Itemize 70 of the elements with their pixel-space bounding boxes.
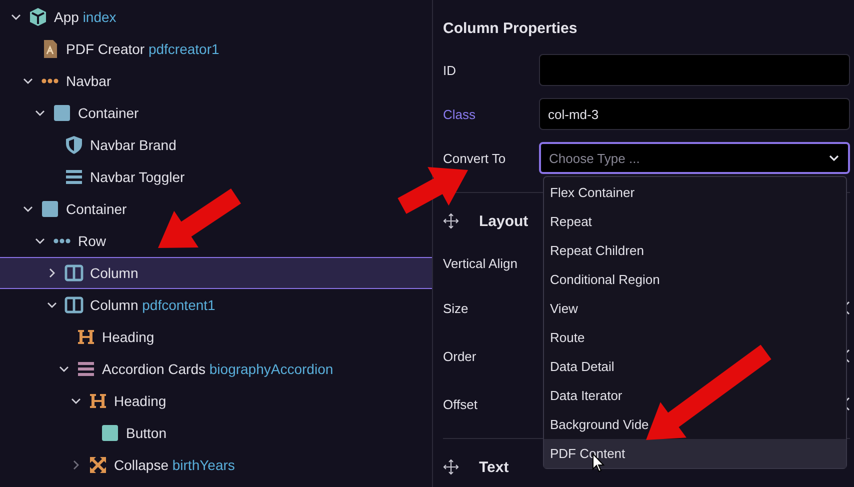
tree-item-label: Container bbox=[78, 105, 139, 121]
section-title: Text bbox=[479, 458, 509, 476]
tree-item[interactable]: Container bbox=[0, 97, 432, 129]
dropdown-option[interactable]: Route bbox=[544, 323, 846, 352]
columns-icon bbox=[64, 295, 84, 315]
tree-item-label: Accordion Cards biographyAccordion bbox=[102, 361, 334, 377]
tree-item-label: Column pdfcontent1 bbox=[90, 297, 216, 313]
dropdown-option[interactable]: Flex Container bbox=[544, 178, 846, 207]
annotation-arrow bbox=[398, 166, 468, 214]
columns-icon bbox=[64, 263, 84, 283]
tree-item[interactable]: Navbar Brand bbox=[0, 129, 432, 161]
tree-item[interactable]: Collapse birthYears bbox=[0, 449, 432, 481]
tree-item[interactable]: Navbar bbox=[0, 65, 432, 97]
lines-icon bbox=[64, 167, 84, 187]
tree-item-label: Container bbox=[66, 201, 127, 217]
square-icon bbox=[40, 199, 60, 219]
dropdown-option[interactable]: Data Iterator bbox=[544, 381, 846, 410]
dropdown-option[interactable]: Repeat Children bbox=[544, 236, 846, 265]
lines-icon bbox=[76, 359, 96, 379]
move-icon bbox=[443, 459, 459, 475]
tree-item-label: Button bbox=[126, 425, 166, 441]
tree-item[interactable]: PDF Creator pdfcreator1 bbox=[0, 33, 432, 65]
tree-item-label: Heading bbox=[114, 393, 166, 409]
section-title: Layout bbox=[479, 212, 528, 230]
property-label: Offset bbox=[443, 396, 478, 412]
tree-item[interactable]: Button bbox=[0, 417, 432, 449]
tree-item-label: Column bbox=[90, 265, 138, 281]
dropdown-option[interactable]: Repeat bbox=[544, 207, 846, 236]
panel-title: Column Properties bbox=[443, 20, 578, 37]
dots-icon bbox=[40, 78, 60, 84]
dots-icon bbox=[52, 238, 72, 244]
tree-item-label: PDF Creator pdfcreator1 bbox=[66, 41, 220, 57]
move-icon bbox=[443, 213, 459, 229]
tree-item-label: Navbar bbox=[66, 73, 112, 89]
field-label: Convert To bbox=[443, 150, 507, 166]
input-field[interactable] bbox=[539, 54, 850, 86]
tree-item[interactable]: Column bbox=[0, 257, 432, 289]
tree-item[interactable]: App index bbox=[0, 1, 432, 33]
property-label: Vertical Align bbox=[443, 256, 518, 270]
tree-item[interactable]: Accordion Cards biographyAccordion bbox=[0, 353, 432, 385]
shield-icon bbox=[64, 135, 84, 155]
tree-item[interactable]: Heading bbox=[0, 385, 432, 417]
field-label: Class bbox=[443, 106, 477, 122]
tree-item-label: App index bbox=[54, 9, 116, 25]
tree-item[interactable]: Heading bbox=[0, 321, 432, 353]
field-label: ID bbox=[443, 62, 457, 78]
dropdown-option[interactable]: Data Detail bbox=[544, 352, 846, 381]
heading-icon bbox=[88, 391, 108, 411]
tree-item[interactable]: Navbar Toggler bbox=[0, 161, 432, 193]
input-field[interactable]: col-md-3 bbox=[539, 98, 850, 130]
expand-arrows-icon bbox=[88, 455, 108, 475]
dropdown-option[interactable]: PDF Content bbox=[544, 439, 846, 468]
dropdown-option[interactable]: View bbox=[544, 294, 846, 323]
tree-item-label: Collapse birthYears bbox=[114, 457, 235, 473]
cube-icon bbox=[28, 7, 48, 27]
dropdown-option[interactable]: Background Vide bbox=[544, 410, 846, 439]
square-icon bbox=[52, 103, 72, 123]
tree-item[interactable]: Row bbox=[0, 225, 432, 257]
heading-icon bbox=[76, 327, 96, 347]
property-label: Order bbox=[443, 348, 476, 364]
tree-item-label: Heading bbox=[102, 329, 154, 345]
tree-item[interactable]: Container bbox=[0, 193, 432, 225]
tree-item-label: Navbar Toggler bbox=[90, 169, 185, 185]
tree-item-label: Navbar Brand bbox=[90, 137, 176, 153]
tree-item-label: Row bbox=[78, 233, 106, 249]
tree-item[interactable]: Column pdfcontent1 bbox=[0, 289, 432, 321]
type-select[interactable]: Choose Type ... bbox=[539, 142, 850, 174]
square-icon bbox=[100, 423, 120, 443]
dropdown-option[interactable]: Conditional Region bbox=[544, 265, 846, 294]
property-label: Size bbox=[443, 300, 468, 316]
